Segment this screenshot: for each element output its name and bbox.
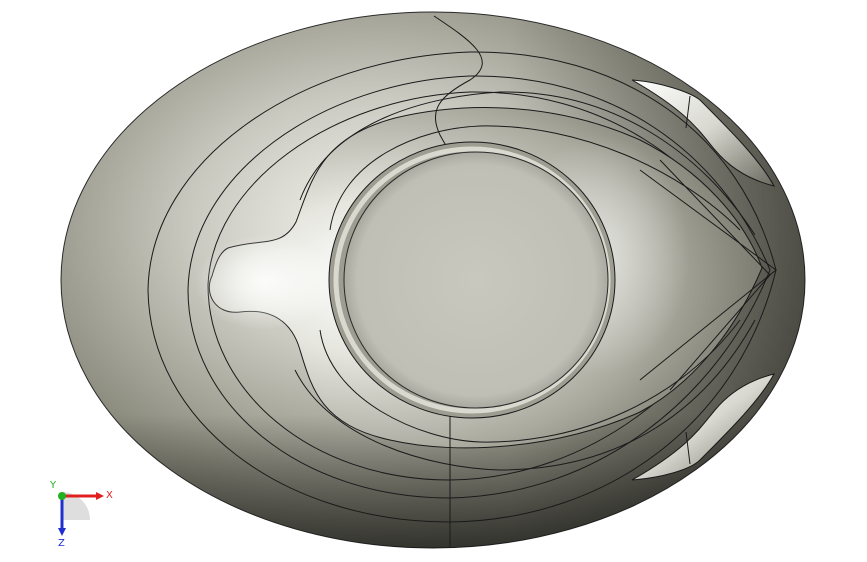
y-axis-dot xyxy=(58,492,66,500)
model-view[interactable] xyxy=(0,0,867,562)
y-axis-label: Y xyxy=(49,480,57,491)
z-axis-label: Z xyxy=(58,538,65,548)
z-axis-head xyxy=(58,528,66,536)
coordinate-triad: X Y Z xyxy=(49,480,113,548)
lobe-highlight xyxy=(195,234,335,330)
central-hole-face[interactable] xyxy=(343,151,609,409)
graphics-viewport[interactable]: X Y Z xyxy=(0,0,867,562)
x-axis-head xyxy=(96,492,104,500)
x-axis-label: X xyxy=(106,490,113,501)
